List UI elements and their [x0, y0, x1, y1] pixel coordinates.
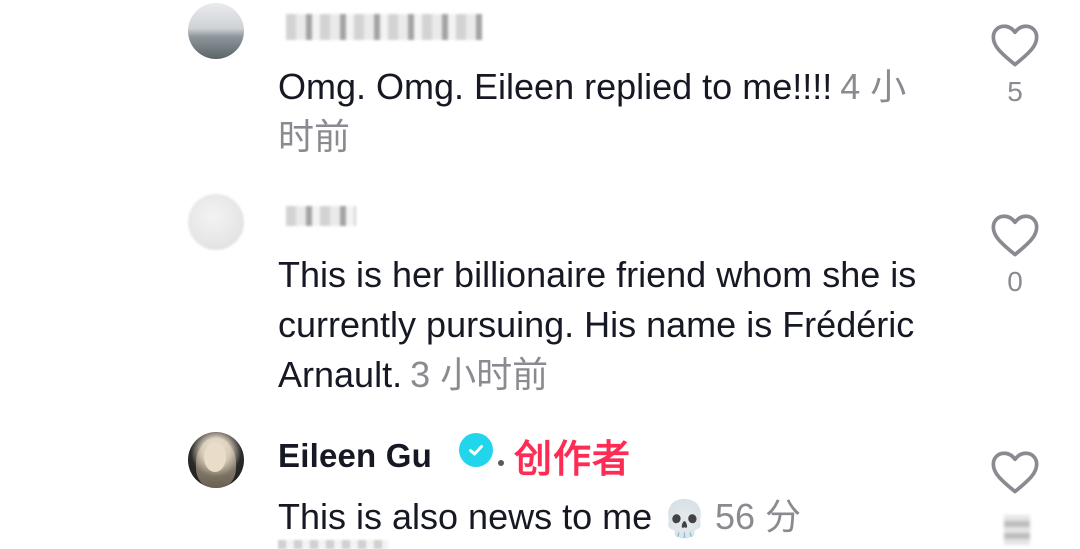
creator-username[interactable]: Eileen Gu — [278, 437, 432, 475]
like-button[interactable]: 5 — [986, 20, 1044, 108]
like-count: 0 — [1007, 266, 1023, 297]
avatar-face — [204, 442, 226, 472]
creator-label: 创作者 — [514, 437, 632, 481]
comment-body: This is her billionaire friend whom she … — [278, 254, 917, 395]
creator-avatar[interactable] — [188, 432, 244, 488]
comment-text[interactable]: This is her billionaire friend whom she … — [278, 250, 938, 400]
skull-emoji: 💀 — [662, 498, 707, 540]
comment-thread: Omg. Omg. Eileen replied to me!!!! 4 小时前 … — [0, 0, 1080, 549]
like-button[interactable] — [986, 447, 1044, 499]
username-redacted[interactable] — [286, 14, 482, 40]
heart-outline-icon — [991, 451, 1039, 494]
comment-timestamp: 3 小时前 — [410, 354, 549, 395]
timestamp-overflow-redacted — [278, 540, 388, 549]
avatar[interactable] — [188, 194, 244, 250]
like-button[interactable]: 0 — [986, 210, 1044, 298]
username-redacted[interactable] — [286, 206, 356, 226]
comment-body: This is also news to me — [278, 496, 653, 537]
comment-text[interactable]: Omg. Omg. Eileen replied to me!!!! 4 小时前 — [278, 62, 938, 162]
comment-body: Omg. Omg. Eileen replied to me!!!! — [278, 66, 833, 107]
like-count: 5 — [1007, 76, 1023, 107]
heart-outline-icon — [991, 214, 1039, 257]
comment-text[interactable]: This is also news to me 💀 56 分 — [278, 492, 938, 544]
heart-outline-icon — [991, 24, 1039, 67]
avatar[interactable] — [188, 3, 244, 59]
verified-badge-icon — [459, 433, 493, 467]
separator-dot — [498, 460, 504, 466]
comment-timestamp: 56 分 — [714, 496, 802, 537]
like-count-redacted — [1004, 515, 1030, 545]
